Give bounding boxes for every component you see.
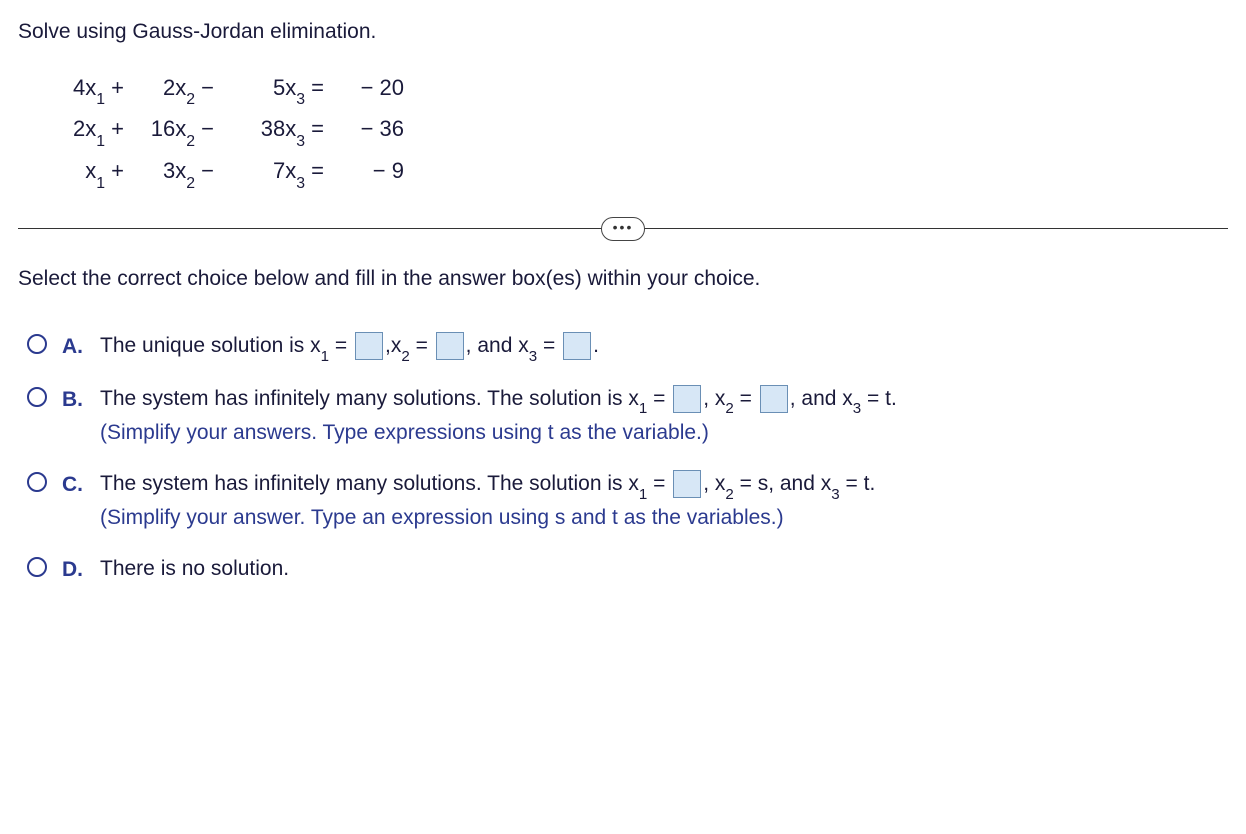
answer-input-c-x1[interactable] <box>673 470 701 498</box>
question-prompt: Solve using Gauss-Jordan elimination. <box>18 16 1228 49</box>
choice-c-label: C. <box>62 469 88 502</box>
answer-input-a-x2[interactable] <box>436 332 464 360</box>
choice-a: A. The unique solution is x1 = ,x2 = , a… <box>22 330 1228 365</box>
section-divider: ••• <box>18 228 1228 229</box>
choice-a-body: The unique solution is x1 = ,x2 = , and … <box>100 330 1228 365</box>
choice-a-label: A. <box>62 331 88 364</box>
choice-d-label: D. <box>62 554 88 587</box>
answer-input-a-x1[interactable] <box>355 332 383 360</box>
equation-row-1: 4x1 + 2x2 − 5x3 = − 20 <box>54 71 1228 109</box>
equation-system: 4x1 + 2x2 − 5x3 = − 20 2x1 + 16x2 − 38x3… <box>54 71 1228 193</box>
choice-b: B. The system has infinitely many soluti… <box>22 383 1228 450</box>
choice-c-hint: (Simplify your answer. Type an expressio… <box>100 506 784 529</box>
equation-row-2: 2x1 + 16x2 − 38x3 = − 36 <box>54 112 1228 150</box>
choice-d: D. There is no solution. <box>22 553 1228 587</box>
equation-row-3: x1 + 3x2 − 7x3 = − 9 <box>54 154 1228 192</box>
choice-a-radio[interactable] <box>27 334 47 354</box>
answer-instruction: Select the correct choice below and fill… <box>18 263 1228 296</box>
choice-list: A. The unique solution is x1 = ,x2 = , a… <box>18 330 1228 587</box>
choice-d-body: There is no solution. <box>100 553 1228 586</box>
choice-c-radio[interactable] <box>27 472 47 492</box>
choice-b-body: The system has infinitely many solutions… <box>100 383 1228 450</box>
choice-c-body: The system has infinitely many solutions… <box>100 468 1228 535</box>
choice-b-label: B. <box>62 384 88 417</box>
choice-c: C. The system has infinitely many soluti… <box>22 468 1228 535</box>
choice-b-radio[interactable] <box>27 387 47 407</box>
ellipsis-icon[interactable]: ••• <box>601 217 645 241</box>
answer-input-b-x1[interactable] <box>673 385 701 413</box>
answer-input-a-x3[interactable] <box>563 332 591 360</box>
answer-input-b-x2[interactable] <box>760 385 788 413</box>
choice-b-hint: (Simplify your answers. Type expressions… <box>100 421 709 444</box>
choice-d-radio[interactable] <box>27 557 47 577</box>
